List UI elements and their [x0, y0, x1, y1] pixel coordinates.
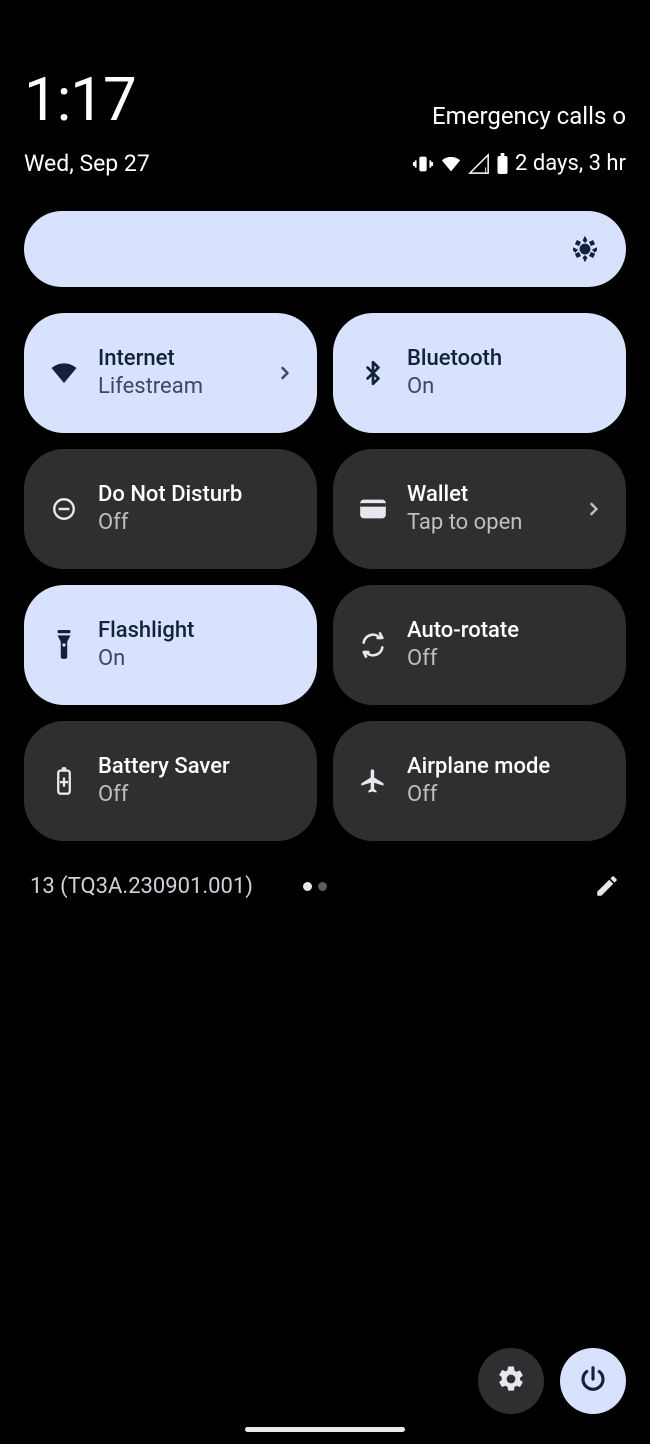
status-bar: ! 2 days, 3 hr: [412, 151, 626, 176]
tile-subtitle: Lifestream: [98, 375, 259, 399]
wifi-icon: [46, 358, 82, 388]
clock-time: 1:17: [24, 70, 136, 130]
tile-bluetooth[interactable]: Bluetooth On: [333, 313, 626, 433]
tile-title: Battery Saver: [98, 755, 295, 779]
dnd-icon: [46, 496, 82, 522]
tile-subtitle: On: [407, 375, 604, 399]
battery-text: 2 days, 3 hr: [515, 151, 626, 176]
tile-flashlight[interactable]: Flashlight On: [24, 585, 317, 705]
tile-title: Wallet: [407, 483, 568, 507]
airplane-icon: [355, 767, 391, 795]
tile-title: Do Not Disturb: [98, 483, 295, 507]
tile-subtitle: Off: [407, 783, 604, 807]
signal-icon: !: [468, 153, 490, 175]
brightness-slider[interactable]: [24, 211, 626, 287]
tile-autorotate[interactable]: Auto-rotate Off: [333, 585, 626, 705]
page-dot-1: [303, 882, 312, 891]
power-button[interactable]: [560, 1348, 626, 1414]
pagination-dots[interactable]: [303, 882, 327, 891]
vibrate-icon: [412, 153, 434, 175]
date-text[interactable]: Wed, Sep 27: [24, 150, 150, 177]
tile-airplane[interactable]: Airplane mode Off: [333, 721, 626, 841]
emergency-text: Emergency calls o: [432, 102, 626, 130]
build-number: 13 (TQ3A.230901.001): [30, 874, 253, 899]
chevron-right-icon[interactable]: [275, 363, 295, 383]
chevron-right-icon[interactable]: [584, 499, 604, 519]
battery-saver-icon: [46, 766, 82, 796]
wifi-icon: [440, 153, 462, 175]
tile-subtitle: Tap to open: [407, 511, 568, 535]
tile-subtitle: Off: [98, 783, 295, 807]
tile-title: Internet: [98, 347, 259, 371]
brightness-icon: [572, 236, 598, 262]
svg-text:!: !: [485, 167, 487, 175]
tile-batterysaver[interactable]: Battery Saver Off: [24, 721, 317, 841]
tile-dnd[interactable]: Do Not Disturb Off: [24, 449, 317, 569]
gear-icon: [496, 1364, 526, 1398]
tile-subtitle: Off: [407, 647, 604, 671]
tile-wallet[interactable]: Wallet Tap to open: [333, 449, 626, 569]
battery-icon: [496, 153, 509, 175]
settings-button[interactable]: [478, 1348, 544, 1414]
tile-title: Auto-rotate: [407, 619, 604, 643]
tile-internet[interactable]: Internet Lifestream: [24, 313, 317, 433]
power-icon: [578, 1364, 608, 1398]
page-dot-2: [318, 882, 327, 891]
wallet-icon: [355, 498, 391, 520]
autorotate-icon: [355, 631, 391, 659]
tile-subtitle: Off: [98, 511, 295, 535]
tile-title: Flashlight: [98, 619, 295, 643]
tile-subtitle: On: [98, 647, 295, 671]
tile-title: Bluetooth: [407, 347, 604, 371]
nav-pill[interactable]: [245, 1427, 405, 1432]
tile-title: Airplane mode: [407, 755, 604, 779]
bluetooth-icon: [355, 358, 391, 388]
edit-tiles-button[interactable]: [594, 873, 620, 899]
flashlight-icon: [46, 630, 82, 660]
